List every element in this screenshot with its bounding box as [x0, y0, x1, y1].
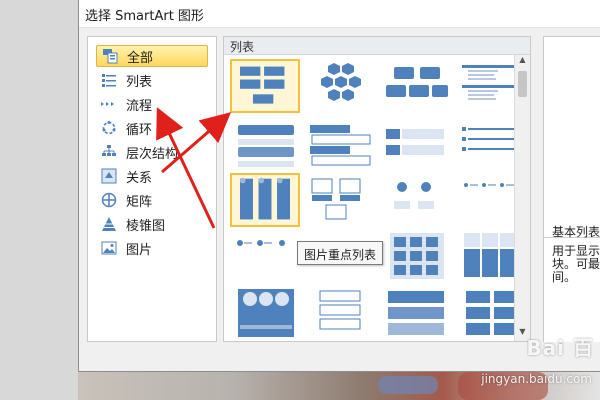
preview-pane: 基本列表 用于显示 块。可最 间。: [543, 36, 600, 342]
all-grid-icon: [101, 47, 119, 65]
category-list-item[interactable]: 列表: [96, 69, 208, 91]
hierarchy-icon: [100, 143, 118, 161]
layout-thumbnail[interactable]: [382, 59, 452, 113]
preview-title: 基本列表: [552, 225, 600, 239]
category-label: 流程: [126, 98, 153, 114]
relationship-icon: [100, 167, 118, 185]
category-label: 图片: [126, 242, 153, 258]
preview-description: 用于显示 块。可最 间。: [552, 244, 600, 284]
layout-thumbnail[interactable]: [306, 173, 376, 227]
watermark-url: jingyan.baidu.com: [481, 372, 592, 386]
layout-thumbnail[interactable]: [306, 59, 376, 113]
background-stroke: [378, 376, 438, 394]
category-label: 列表: [126, 74, 153, 90]
layout-thumbnail[interactable]: [230, 229, 300, 283]
layout-thumbnail[interactable]: [382, 229, 452, 283]
layout-thumbnail[interactable]: [230, 59, 300, 113]
dialog-title: 选择 SmartArt 图形: [79, 0, 600, 28]
layout-gallery: 列表 ▲ ▼: [223, 36, 531, 342]
scrollbar-thumb[interactable]: [518, 71, 527, 97]
layout-thumbnail[interactable]: [306, 121, 376, 175]
category-all[interactable]: 全部: [96, 45, 208, 67]
layout-tooltip: 图片重点列表: [297, 241, 384, 265]
pyramid-icon: [100, 215, 118, 233]
category-list: 全部 列表 流程 循环 层次结构 关系 矩阵 棱锥图 图片: [87, 36, 217, 342]
category-pyramid[interactable]: 棱锥图: [96, 213, 208, 235]
gallery-header: 列表: [224, 37, 530, 55]
baidu-logo: Bai 百: [526, 336, 594, 360]
category-label: 全部: [127, 50, 154, 66]
category-cycle[interactable]: 循环: [96, 117, 208, 139]
category-label: 循环: [126, 122, 153, 138]
smartart-dialog: 选择 SmartArt 图形 全部 列表 流程 循环 层次结构 关系 矩阵 棱锥…: [78, 0, 600, 372]
picture-icon: [100, 239, 118, 257]
baidu-watermark: Bai 百 jingyan.baidu.com: [446, 332, 594, 396]
category-picture[interactable]: 图片: [96, 237, 208, 259]
layout-thumbnail[interactable]: [230, 121, 300, 175]
layout-thumbnail[interactable]: [306, 287, 376, 341]
category-label: 层次结构: [126, 146, 179, 162]
layout-thumbnail[interactable]: [382, 287, 452, 341]
category-matrix[interactable]: 矩阵: [96, 189, 208, 211]
process-icon: [100, 95, 118, 113]
background-left: [0, 0, 78, 400]
category-hierarchy[interactable]: 层次结构: [96, 141, 208, 163]
layout-thumbnail[interactable]: [230, 287, 300, 341]
scroll-up-arrow-icon[interactable]: ▲: [515, 55, 530, 69]
category-label: 棱锥图: [126, 218, 166, 234]
category-label: 关系: [126, 170, 153, 186]
category-process[interactable]: 流程: [96, 93, 208, 115]
layout-thumbnail[interactable]: [382, 121, 452, 175]
gallery-scrollbar[interactable]: ▲ ▼: [514, 55, 530, 341]
list-icon: [100, 71, 118, 89]
cycle-icon: [100, 119, 118, 137]
layout-thumbnail[interactable]: [382, 173, 452, 227]
category-label: 矩阵: [126, 194, 153, 210]
layout-thumbnail-hover[interactable]: [230, 173, 300, 227]
category-relationship[interactable]: 关系: [96, 165, 208, 187]
matrix-icon: [100, 191, 118, 209]
